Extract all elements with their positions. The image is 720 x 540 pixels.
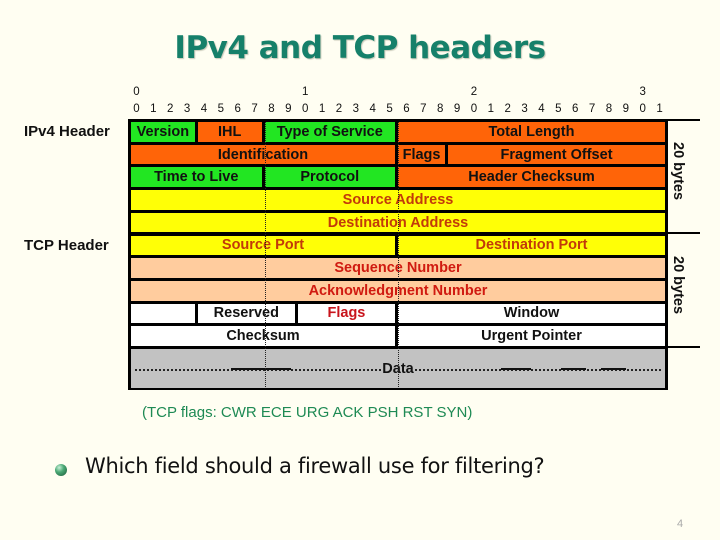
tcp-header-label: TCP Header <box>24 237 109 254</box>
ipv4-header-row: Source Address <box>131 190 665 210</box>
bit-ruler-unit-label: 0 <box>639 103 646 115</box>
bit-ruler-unit-label: 9 <box>285 103 292 115</box>
bit-ruler-unit-label: 6 <box>234 103 241 115</box>
tcp-header-row: Sequence Number <box>131 258 665 278</box>
data-solid-segment <box>231 367 261 370</box>
field-destination-port: Destination Port <box>398 235 665 256</box>
bit-ruler-unit-label: 2 <box>335 103 343 115</box>
field-reserved: Reserved <box>197 303 298 324</box>
bit-ruler-unit-label: 1 <box>318 103 326 115</box>
tcp-header-row: Checksum Urgent Pointer <box>131 326 665 346</box>
bit-ruler-unit-label: 5 <box>386 103 393 115</box>
field-source-port: Source Port <box>131 235 398 256</box>
slide-title: IPv4 and TCP headers <box>174 30 546 66</box>
ipv4-header-label: IPv4 Header <box>24 123 110 140</box>
data-label: Data <box>381 360 415 377</box>
ipv4-header-row: Destination Address <box>131 212 665 233</box>
tcp-header-row: Acknowledgment Number <box>131 280 665 301</box>
field-time-to-live: Time to Live <box>131 167 265 188</box>
bit-ruler-unit-label: 8 <box>436 103 444 115</box>
field-destination-address: Destination Address <box>131 212 665 233</box>
field-flags: Flags <box>297 303 398 324</box>
tcp-header-row: Source Port Destination Port <box>131 235 665 256</box>
bit-ruler-unit-label: 1 <box>150 103 157 115</box>
header-diagram: Version IHL Type of Service Total Length Ide… <box>128 119 668 390</box>
divider-top <box>668 119 700 121</box>
bit-ruler-unit-label: 4 <box>369 103 376 115</box>
bit-ruler-unit-label: 7 <box>251 103 258 115</box>
bit-ruler-unit-label: 5 <box>217 103 225 115</box>
field-flags: Flags <box>398 144 449 165</box>
field-fragment-offset: Fragment Offset <box>448 144 665 165</box>
field-ihl: IHL <box>197 122 265 142</box>
bit-ruler-tens: 0 1 2 3 <box>128 86 668 100</box>
field-window: Window <box>398 303 665 324</box>
field-type-of-service: Type of Service <box>264 122 398 142</box>
field-acknowledgment-number: Acknowledgment Number <box>131 280 665 301</box>
divider-ipv4-tcp <box>668 232 700 234</box>
ipv4-header-row: Identification Flags Fragment Offset <box>131 144 665 165</box>
ipv4-size-label: 20 bytes <box>670 142 686 201</box>
data-solid-segment <box>501 367 531 370</box>
field-total-length: Total Length <box>398 122 665 142</box>
bit-ruler-unit-label: 3 <box>521 103 528 115</box>
field-source-address: Source Address <box>131 190 665 210</box>
bit-ruler-unit-label: 2 <box>166 103 174 115</box>
bit-ruler-unit-label: 8 <box>605 103 613 115</box>
bit-ruler-unit-label: 0 <box>301 103 309 115</box>
tcp-flags-note: (TCP flags: CWR ECE URG ACK PSH RST SYN) <box>142 404 473 421</box>
field-version: Version <box>131 122 198 142</box>
bit-ruler-tens-label: 1 <box>301 86 309 98</box>
bit-ruler-unit-label: 9 <box>622 103 630 115</box>
bit-ruler-unit-label: 1 <box>487 103 495 115</box>
bullet-icon <box>55 464 67 476</box>
bit-ruler-unit-label: 4 <box>538 103 545 115</box>
bit-ruler-unit-label: 7 <box>588 103 596 115</box>
bit-ruler-unit-label: 0 <box>470 103 478 115</box>
bit-ruler-unit-label: 4 <box>200 103 208 115</box>
field-header-checksum: Header Checksum <box>398 167 665 188</box>
bit-ruler-unit-label: 1 <box>656 103 663 115</box>
bit-ruler-unit-label: 8 <box>268 103 275 115</box>
field-protocol: Protocol <box>264 167 398 188</box>
bit-ruler-unit-label: 0 <box>133 103 140 115</box>
bit-ruler-unit-label: 6 <box>403 103 410 115</box>
page-number: 4 <box>677 518 684 530</box>
data-solid-segment <box>561 367 586 370</box>
bit-ruler-tens-label: 0 <box>133 86 140 98</box>
bit-ruler-unit-label: 7 <box>420 103 427 115</box>
data-header-row: Data <box>131 349 665 388</box>
bullet-question: Which field should a firewall use for fi… <box>85 454 545 478</box>
bit-ruler-units: 01234567890123456789012345678901 <box>128 103 668 117</box>
field-identification: Identification <box>131 144 398 165</box>
field-padding <box>131 303 198 324</box>
bit-ruler-unit-label: 6 <box>571 103 579 115</box>
bit-ruler-tens-label: 2 <box>470 86 478 98</box>
tcp-header-row: Reserved Flags Window <box>131 303 665 324</box>
field-checksum: Checksum <box>131 326 398 346</box>
divider-tcp-data <box>668 346 700 348</box>
bit-ruler-unit-label: 3 <box>183 103 191 115</box>
field-sequence-number: Sequence Number <box>131 258 665 278</box>
field-urgent-pointer: Urgent Pointer <box>398 326 665 346</box>
tcp-size-label: 20 bytes <box>670 256 686 315</box>
data-solid-segment <box>261 367 291 370</box>
field-data: Data <box>131 349 665 388</box>
ipv4-header-row: Version IHL Type of Service Total Length <box>131 122 665 142</box>
bit-ruler-tens-label: 3 <box>639 86 646 98</box>
data-solid-segment <box>601 367 626 370</box>
ipv4-header-row: Time to Live Protocol Header Checksum <box>131 167 665 188</box>
bit-ruler-unit-label: 3 <box>352 103 360 115</box>
bit-ruler-unit-label: 5 <box>555 103 562 115</box>
bit-ruler-unit-label: 9 <box>453 103 461 115</box>
bit-ruler-unit-label: 2 <box>504 103 511 115</box>
